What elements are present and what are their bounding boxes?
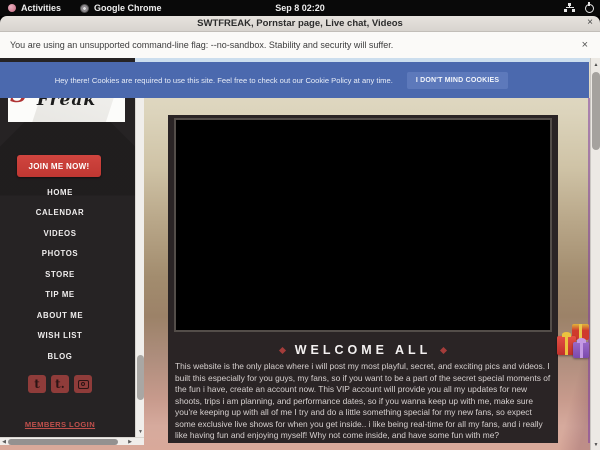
activities-indicator-icon <box>8 4 16 12</box>
sidebar-item-blog[interactable]: BLOG <box>0 346 120 367</box>
app-menu-google-chrome[interactable]: Google Chrome <box>94 3 162 13</box>
twitter-icon[interactable]: t <box>28 375 46 393</box>
members-login-link[interactable]: MEMBERS LOGIN <box>0 420 120 429</box>
sidebar: S Freak JOIN ME NOW! HOME CALENDAR VIDEO… <box>0 58 135 445</box>
welcome-heading: WELCOME ALL <box>295 343 432 357</box>
join-me-now-button[interactable]: JOIN ME NOW! <box>17 155 101 177</box>
cookie-accept-button[interactable]: I DON'T MIND COOKIES <box>407 72 508 89</box>
sidebar-item-photos[interactable]: PHOTOS <box>0 244 120 265</box>
cookie-message: Hey there! Cookies are required to use t… <box>55 76 393 85</box>
sidebar-item-store[interactable]: STORE <box>0 264 120 285</box>
social-links: t t. <box>0 375 120 393</box>
heading-diamond-left-icon <box>279 346 286 353</box>
network-icon[interactable] <box>564 3 575 13</box>
instagram-icon[interactable] <box>74 375 92 393</box>
infobar-message: You are using an unsupported command-lin… <box>10 40 393 50</box>
instagram-camera-shape <box>78 380 89 389</box>
gnome-top-bar: Activities Google Chrome Sep 8 02:20 <box>0 0 600 16</box>
sidebar-item-home[interactable]: HOME <box>0 182 120 203</box>
sidebar-item-videos[interactable]: VIDEOS <box>0 223 120 244</box>
sidebar-item-about-me[interactable]: ABOUT ME <box>0 305 120 326</box>
page-vertical-scrollbar-thumb[interactable] <box>592 72 600 150</box>
gift-purple-icon <box>573 342 589 358</box>
sidebar-item-wish-list[interactable]: WISH LIST <box>0 326 120 347</box>
sidebar-scroll-right-icon[interactable]: ▶ <box>126 439 134 445</box>
window-title-bar: SWTFREAK, Pornstar page, Live chat, Vide… <box>0 16 600 32</box>
sidebar-item-calendar[interactable]: CALENDAR <box>0 203 120 224</box>
sidebar-item-tip-me[interactable]: TIP ME <box>0 285 120 306</box>
page-scroll-up-icon[interactable]: ▲ <box>591 60 600 70</box>
sidebar-scroll-down-icon[interactable]: ▼ <box>136 427 145 437</box>
power-icon[interactable] <box>585 4 594 13</box>
page-scroll-down-icon[interactable]: ▼ <box>591 440 600 450</box>
sidebar-horizontal-scrollbar[interactable]: ◀ ▶ <box>0 437 144 445</box>
infobar-close-icon[interactable]: × <box>582 39 588 51</box>
window-title: SWTFREAK, Pornstar page, Live chat, Vide… <box>197 18 403 29</box>
activities-button[interactable]: Activities <box>21 3 61 13</box>
heading-diamond-right-icon <box>440 346 447 353</box>
main-video[interactable] <box>174 118 552 332</box>
sidebar-vertical-scrollbar[interactable]: ▼ <box>135 98 144 437</box>
main-content-panel: WELCOME ALL This website is the only pla… <box>168 115 558 443</box>
chrome-infobar: You are using an unsupported command-lin… <box>0 32 600 58</box>
window-close-icon[interactable]: × <box>587 17 593 28</box>
cookie-banner: Hey there! Cookies are required to use t… <box>0 62 589 98</box>
sidebar-horizontal-scrollbar-thumb[interactable] <box>8 439 118 445</box>
chrome-app-icon <box>80 4 89 13</box>
gifts-widget[interactable] <box>556 322 592 372</box>
sidebar-vertical-scrollbar-thumb[interactable] <box>137 355 144 400</box>
sidebar-menu: HOME CALENDAR VIDEOS PHOTOS STORE TIP ME… <box>0 182 120 367</box>
sidebar-scroll-left-icon[interactable]: ◀ <box>0 439 8 445</box>
tumblr-icon[interactable]: t. <box>51 375 69 393</box>
page-vertical-scrollbar[interactable]: ▲ ▼ <box>590 58 600 450</box>
welcome-heading-row: WELCOME ALL <box>168 343 558 357</box>
welcome-paragraph: This website is the only place where i w… <box>175 361 552 442</box>
